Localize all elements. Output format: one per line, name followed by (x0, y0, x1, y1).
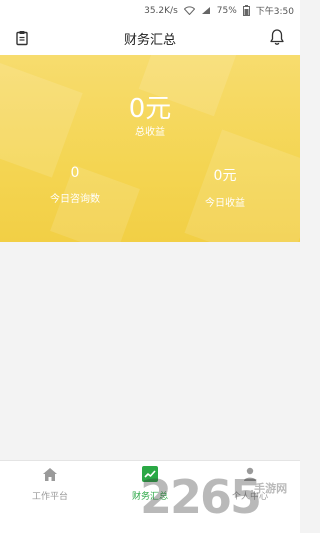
today-earnings-value: 0元 (213, 168, 237, 184)
status-bar: 35.2K/s 75% 下午3:50 (0, 0, 300, 21)
nav-label: 工作平台 (31, 492, 68, 502)
bell-icon[interactable] (268, 28, 286, 46)
earnings-summary-card: 0元 总收益 0 今日咨询数 0元 今日收益 (0, 55, 300, 242)
page-title: 财务汇总 (123, 32, 176, 48)
trend-chart-icon (141, 465, 159, 483)
home-icon (41, 465, 59, 483)
nav-label: 财务汇总 (131, 492, 168, 502)
user-icon (241, 465, 259, 483)
nav-item-workbench[interactable]: 工作平台 (0, 461, 100, 533)
bottom-navigation: 工作平台 财务汇总 个人中心 (0, 460, 300, 533)
wifi-icon (183, 6, 195, 15)
battery-level: 75% (216, 5, 237, 16)
today-consultations-label: 今日咨询数 (50, 194, 100, 205)
battery-icon (242, 5, 250, 16)
signal-icon (201, 6, 211, 15)
nav-item-finance-summary[interactable]: 财务汇总 (100, 461, 200, 533)
today-earnings-label: 今日收益 (205, 198, 245, 209)
network-speed: 35.2K/s (144, 5, 178, 16)
total-earnings-value: 0元 (128, 94, 172, 124)
nav-item-personal-center[interactable]: 个人中心 (200, 461, 300, 533)
today-consultations-value: 0 (70, 165, 80, 181)
today-consultations: 0 今日咨询数 (25, 165, 125, 205)
total-earnings-label: 总收益 (135, 127, 165, 138)
today-earnings: 0元 今日收益 (175, 165, 275, 209)
app-header: 财务汇总 (0, 21, 300, 55)
nav-label: 个人中心 (231, 492, 268, 502)
clock: 下午3:50 (255, 7, 294, 17)
clipboard-icon[interactable] (14, 30, 30, 46)
